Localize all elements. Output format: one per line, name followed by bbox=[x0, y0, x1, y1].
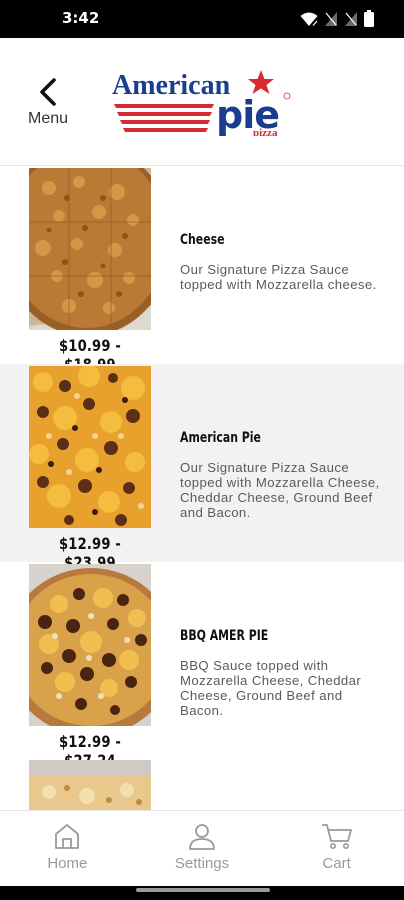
bottom-nav: Home Settings Cart bbox=[0, 810, 404, 886]
brand-logo: American pie pizza bbox=[108, 66, 298, 139]
american-pie-pizza-photo bbox=[29, 366, 151, 528]
menu-item[interactable]: $12.99 - $23.99 American Pie Our Signatu… bbox=[0, 364, 404, 572]
nav-settings-label: Settings bbox=[174, 855, 230, 872]
item-name: BBQ AMER PIE bbox=[180, 628, 269, 644]
item-description: Our Signature Pizza Sauce topped with Mo… bbox=[180, 262, 377, 292]
menu-item-partial[interactable] bbox=[0, 760, 404, 810]
item-name: American Pie bbox=[180, 430, 261, 446]
signal-icon bbox=[325, 11, 337, 26]
menu-list[interactable]: $10.99 - $18.99 Cheese Our Signature Piz… bbox=[0, 166, 404, 810]
cart-icon bbox=[321, 824, 352, 849]
nav-settings[interactable]: Settings bbox=[135, 811, 270, 886]
app-screen: Menu American pie pizza $10.99 - Cheese … bbox=[0, 38, 404, 886]
item-description: BBQ Sauce topped with Mozzarella Cheese,… bbox=[180, 658, 362, 718]
menu-item[interactable]: $12.99 - $27.24 BBQ AMER PIE BBQ Sauce t… bbox=[0, 562, 404, 770]
nav-home[interactable]: Home bbox=[0, 811, 135, 886]
logo-word-pizza: pizza bbox=[253, 127, 278, 136]
gesture-handle[interactable] bbox=[136, 888, 270, 892]
cheese-pizza-photo bbox=[29, 168, 151, 330]
item-description: Our Signature Pizza Sauce topped with Mo… bbox=[180, 460, 380, 520]
back-label: Menu bbox=[27, 110, 69, 127]
gesture-bar bbox=[0, 886, 404, 900]
nav-cart-label: Cart bbox=[322, 855, 351, 872]
home-icon bbox=[55, 824, 80, 849]
signal-icon-2 bbox=[345, 11, 357, 26]
person-icon bbox=[189, 824, 215, 850]
battery-icon bbox=[364, 10, 374, 27]
back-button[interactable]: Menu bbox=[18, 76, 78, 136]
pizza-photo-partial bbox=[29, 760, 151, 810]
wifi-icon bbox=[300, 12, 318, 26]
menu-item[interactable]: $10.99 - $18.99 Cheese Our Signature Piz… bbox=[0, 166, 404, 374]
header: Menu American pie pizza bbox=[0, 38, 404, 166]
logo-star-icon bbox=[248, 70, 274, 94]
status-time: 3:42 bbox=[62, 9, 100, 27]
nav-home-label: Home bbox=[47, 855, 88, 872]
nav-cart[interactable]: Cart bbox=[269, 811, 404, 886]
item-name: Cheese bbox=[180, 232, 225, 248]
status-bar: 3:42 bbox=[0, 0, 404, 38]
bbq-amer-pie-pizza-photo bbox=[29, 564, 151, 726]
logo-stripes bbox=[114, 104, 214, 132]
chevron-left-icon bbox=[40, 78, 56, 106]
logo-word-american: American bbox=[112, 70, 231, 101]
status-icons bbox=[300, 10, 374, 27]
